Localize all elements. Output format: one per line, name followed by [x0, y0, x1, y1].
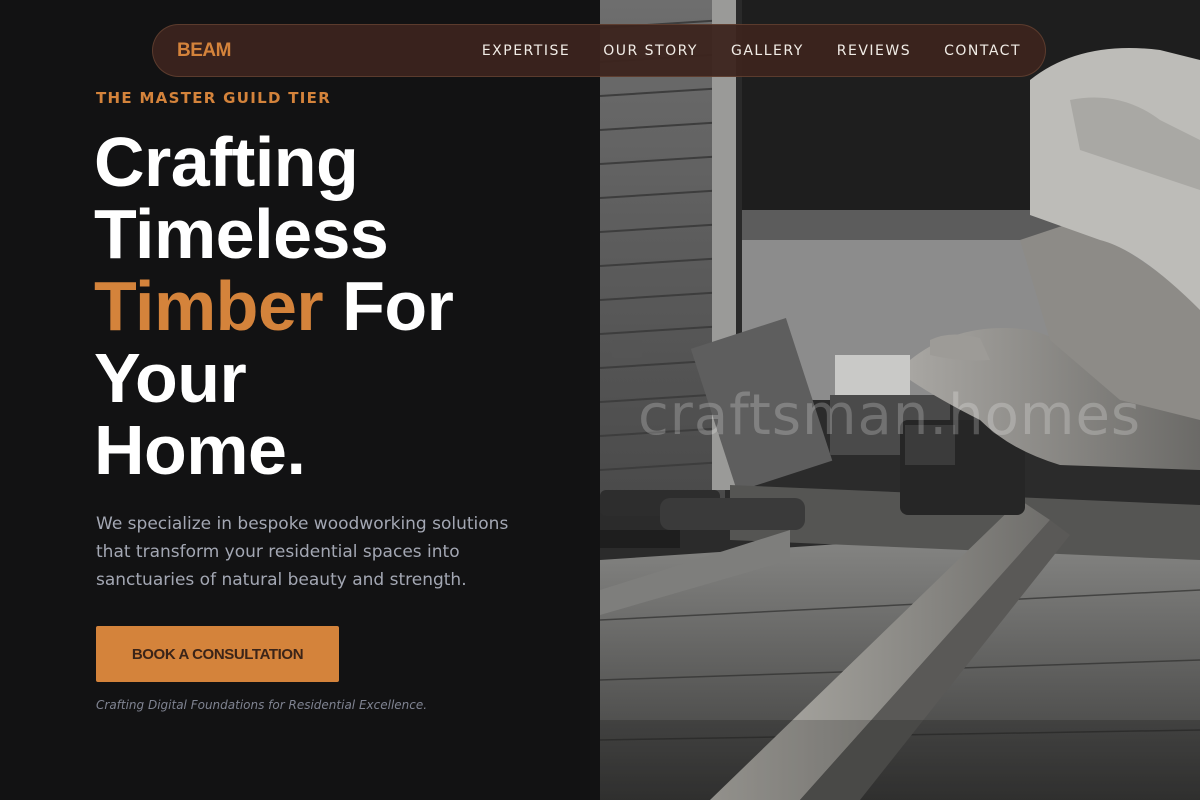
headline-line-5: Home. [94, 411, 306, 489]
headline-line-1: Crafting [94, 123, 359, 201]
watermark-text: craftsman.homes [638, 383, 1142, 448]
hero-headline: Crafting Timeless Timber For Your Home. [94, 123, 454, 489]
nav-item-expertise[interactable]: EXPERTISE [482, 43, 570, 59]
nav-item-reviews[interactable]: REVIEWS [837, 43, 911, 59]
headline-line-3-rest: For [342, 267, 454, 345]
hero-page: craftsman.homes BEAM EXPERTISE OUR STORY… [0, 0, 1200, 800]
hero-photo: craftsman.homes [600, 0, 1200, 800]
book-consultation-button[interactable]: BOOK A CONSULTATION [96, 626, 339, 682]
hero-description: We specialize in bespoke woodworking sol… [96, 514, 509, 590]
headline-line-2: Timeless [94, 195, 389, 273]
hero-eyebrow: THE MASTER GUILD TIER [96, 89, 332, 107]
nav-item-gallery[interactable]: GALLERY [731, 43, 804, 59]
nav-item-contact[interactable]: CONTACT [944, 43, 1021, 59]
headline-accent-word: Timber [94, 267, 324, 345]
headline-line-3: Timber For [94, 267, 454, 345]
headline-line-4: Your [94, 339, 247, 417]
brand-logo[interactable]: BEAM [177, 40, 231, 62]
hero-tagline: Crafting Digital Foundations for Residen… [96, 698, 428, 712]
nav-links: EXPERTISE OUR STORY GALLERY REVIEWS CONT… [482, 43, 1021, 59]
nav-item-our-story[interactable]: OUR STORY [603, 43, 698, 59]
top-navigation: BEAM EXPERTISE OUR STORY GALLERY REVIEWS… [152, 24, 1046, 77]
